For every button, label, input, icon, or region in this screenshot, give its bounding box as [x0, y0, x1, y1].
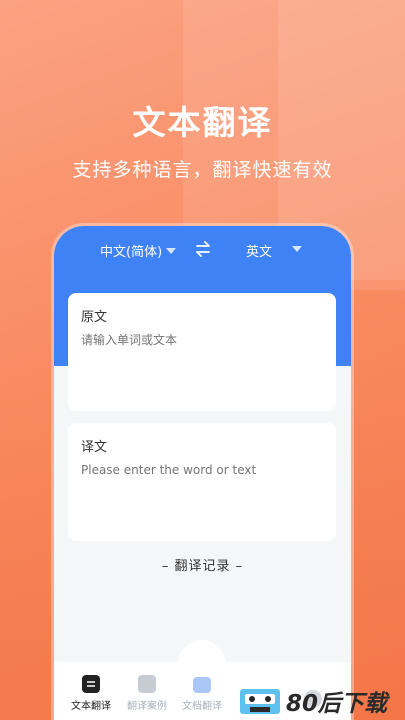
- language-bar: 中文(简体) 英文: [54, 226, 351, 274]
- source-language-select[interactable]: 中文(简体): [100, 241, 177, 260]
- target-language-select[interactable]: 英文: [246, 241, 272, 260]
- text-translate-icon: [82, 675, 100, 693]
- nav-label: 文本翻译: [71, 701, 111, 712]
- nav-item-text-translate[interactable]: 文本翻译: [64, 675, 118, 712]
- watermark-text: 80后下载: [286, 691, 388, 717]
- hero-subtitle: 支持多种语言，翻译快速有效: [72, 159, 333, 181]
- phone-mockup: 中文(简体) 英文 原文 译文 – 翻译记录 – 文本翻译 翻译案例: [54, 226, 351, 720]
- document-folder-icon: [193, 677, 211, 693]
- folder-icon: [138, 675, 156, 693]
- source-text-card[interactable]: 原文: [68, 293, 336, 411]
- chevron-down-icon: [166, 247, 177, 254]
- cassette-icon: [240, 689, 280, 714]
- translation-label: 译文: [81, 440, 108, 455]
- swap-icon[interactable]: [194, 241, 212, 257]
- chevron-down-icon[interactable]: [292, 246, 302, 252]
- nav-item-cases[interactable]: 翻译案例: [120, 675, 174, 712]
- hero-title: 文本翻译: [132, 103, 273, 142]
- source-language-label: 中文(简体): [100, 245, 163, 260]
- watermark-logo: 80后下载: [238, 682, 405, 720]
- nav-label: 翻译案例: [127, 701, 167, 712]
- translation-card: 译文: [68, 423, 336, 541]
- source-label: 原文: [81, 310, 108, 325]
- translation-history-link[interactable]: – 翻译记录 –: [54, 555, 351, 574]
- translation-output: [81, 463, 321, 477]
- nav-item-document-translate[interactable]: 文档翻译: [175, 677, 229, 712]
- nav-label: 文档翻译: [182, 701, 222, 712]
- target-language-label: 英文: [246, 245, 273, 260]
- source-text-input[interactable]: [81, 333, 321, 347]
